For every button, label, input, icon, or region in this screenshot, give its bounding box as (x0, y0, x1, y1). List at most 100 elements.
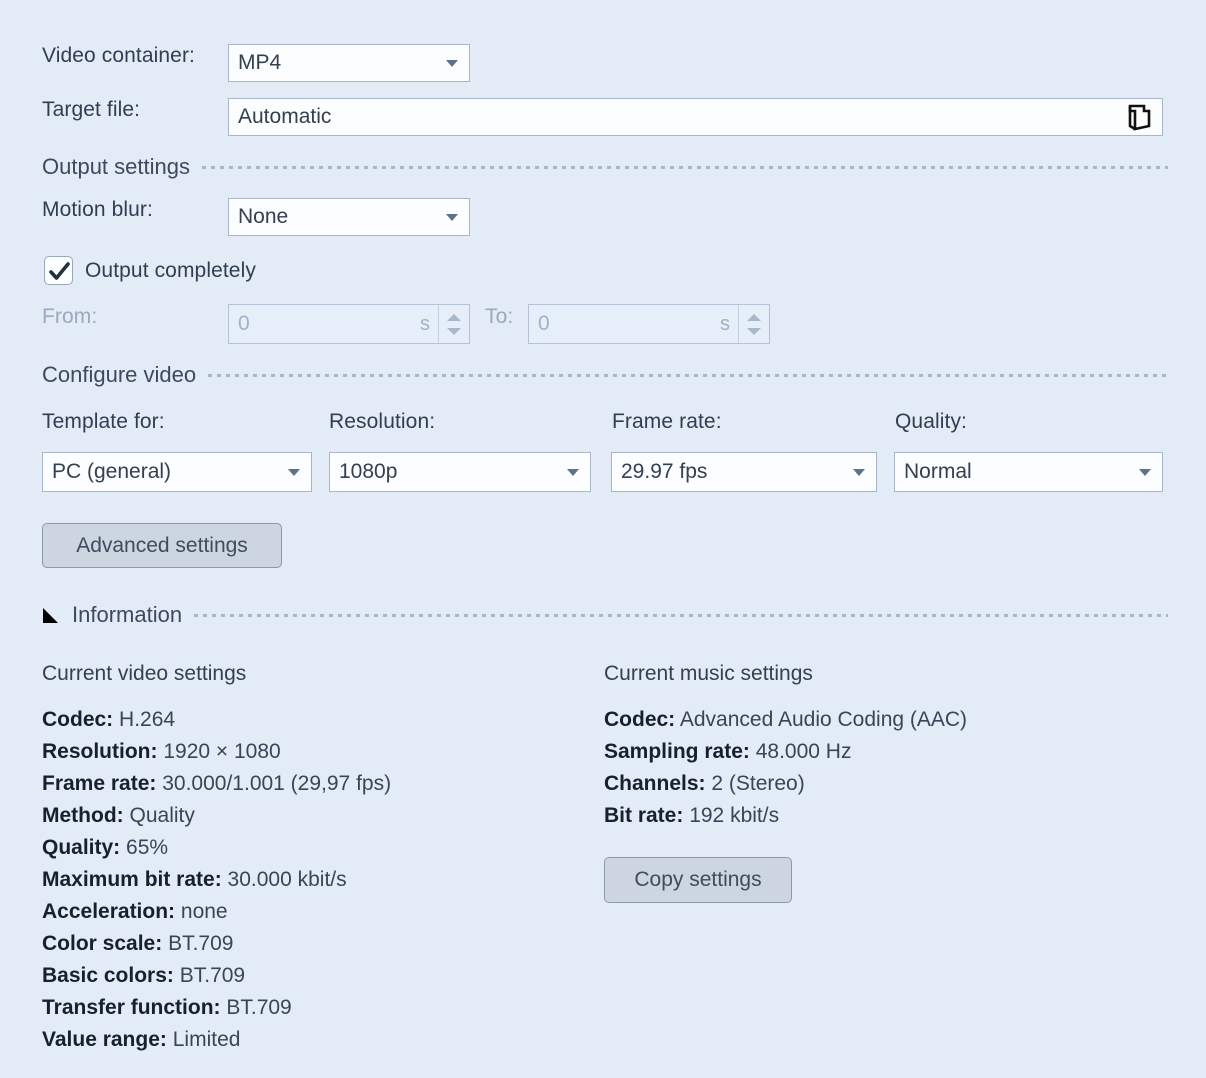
target-file-input[interactable]: Automatic (228, 98, 1163, 136)
chevron-down-icon (1139, 469, 1151, 476)
check-icon (48, 260, 71, 283)
info-key: Acceleration: (42, 900, 175, 923)
info-value: Quality (130, 804, 195, 827)
from-row: From: (42, 305, 97, 329)
section-divider (194, 614, 1168, 617)
info-row-video-frame-rate: Frame rate: 30.000/1.001 (29,97 fps) (42, 768, 582, 800)
from-label: From: (42, 305, 97, 329)
resolution-value: 1080p (339, 460, 397, 484)
frame-rate-label-row: Frame rate: (612, 410, 722, 434)
video-container-label: Video container: (42, 44, 195, 68)
info-value: Limited (173, 1028, 241, 1051)
quality-value: Normal (904, 460, 972, 484)
quality-combobox[interactable]: Normal (894, 452, 1163, 492)
info-value: 30.000 kbit/s (228, 868, 347, 891)
to-row: To: (485, 305, 513, 329)
info-row-video-acceleration: Acceleration: none (42, 896, 582, 928)
configure-video-section-header: Configure video (42, 362, 1168, 388)
advanced-settings-button-label: Advanced settings (76, 534, 248, 558)
stepper-up-icon[interactable] (447, 314, 461, 321)
folder-icon[interactable] (1126, 102, 1154, 132)
info-value: none (181, 900, 228, 923)
info-key: Codec: (604, 708, 675, 731)
info-key: Method: (42, 804, 124, 827)
information-section-header[interactable]: Information (43, 602, 1168, 628)
info-key: Sampling rate: (604, 740, 750, 763)
info-key: Bit rate: (604, 804, 683, 827)
frame-rate-label: Frame rate: (612, 410, 722, 434)
info-value: 48.000 Hz (756, 740, 852, 763)
info-key: Frame rate: (42, 772, 156, 795)
configure-video-title: Configure video (42, 362, 196, 388)
to-unit: s (720, 313, 738, 336)
info-key: Resolution: (42, 740, 158, 763)
info-value: BT.709 (180, 964, 245, 987)
resolution-combobox[interactable]: 1080p (329, 452, 591, 492)
chevron-down-icon (446, 60, 458, 67)
info-row-video-color-scale: Color scale: BT.709 (42, 928, 582, 960)
info-row-video-basic-colors: Basic colors: BT.709 (42, 960, 582, 992)
info-key: Codec: (42, 708, 113, 731)
info-key: Color scale: (42, 932, 162, 955)
chevron-down-icon (446, 214, 458, 221)
info-value: 30.000/1.001 (29,97 fps) (162, 772, 391, 795)
info-key: Value range: (42, 1028, 167, 1051)
frame-rate-combobox[interactable]: 29.97 fps (611, 452, 877, 492)
info-key: Transfer function: (42, 996, 221, 1019)
info-row-video-transfer-function: Transfer function: BT.709 (42, 992, 582, 1024)
info-value: 2 (Stereo) (711, 772, 804, 795)
target-file-label: Target file: (42, 98, 140, 122)
advanced-settings-button[interactable]: Advanced settings (42, 523, 282, 568)
section-divider (202, 166, 1168, 169)
current-video-settings-column: Current video settings Codec: H.264 Reso… (42, 662, 582, 1056)
template-for-label-row: Template for: (42, 410, 165, 434)
to-spinbox[interactable]: 0 s (528, 304, 770, 344)
video-container-row: Video container: (42, 44, 195, 68)
info-row-video-max-bit-rate: Maximum bit rate: 30.000 kbit/s (42, 864, 582, 896)
info-row-video-codec: Codec: H.264 (42, 704, 582, 736)
target-file-value: Automatic (238, 105, 331, 129)
current-video-settings-heading: Current video settings (42, 662, 582, 686)
current-music-settings-column: Current music settings Codec: Advanced A… (604, 662, 1164, 832)
copy-settings-button-label: Copy settings (634, 868, 761, 892)
chevron-down-icon (853, 469, 865, 476)
template-for-label: Template for: (42, 410, 165, 434)
to-stepper[interactable] (738, 305, 769, 343)
info-key: Maximum bit rate: (42, 868, 222, 891)
info-row-music-sampling-rate: Sampling rate: 48.000 Hz (604, 736, 1164, 768)
video-container-combobox[interactable]: MP4 (228, 44, 470, 82)
section-divider (208, 374, 1168, 377)
from-stepper[interactable] (438, 305, 469, 343)
output-completely-checkbox-row[interactable]: Output completely (44, 256, 256, 285)
info-value: BT.709 (168, 932, 233, 955)
info-row-video-value-range: Value range: Limited (42, 1024, 582, 1056)
resolution-label-row: Resolution: (329, 410, 435, 434)
info-key: Quality: (42, 836, 120, 859)
info-row-video-quality: Quality: 65% (42, 832, 582, 864)
stepper-down-icon[interactable] (447, 328, 461, 335)
triangle-collapse-icon[interactable] (43, 608, 58, 623)
info-row-music-bit-rate: Bit rate: 192 kbit/s (604, 800, 1164, 832)
info-value: 65% (126, 836, 168, 859)
stepper-up-icon[interactable] (747, 314, 761, 321)
info-row-music-codec: Codec: Advanced Audio Coding (AAC) (604, 704, 1164, 736)
template-for-combobox[interactable]: PC (general) (42, 452, 312, 492)
info-value: BT.709 (226, 996, 291, 1019)
motion-blur-combobox[interactable]: None (228, 198, 470, 236)
output-completely-checkbox[interactable] (44, 256, 73, 285)
target-file-row: Target file: (42, 98, 140, 122)
from-spinbox[interactable]: 0 s (228, 304, 470, 344)
copy-settings-button[interactable]: Copy settings (604, 857, 792, 903)
export-settings-panel: Video container: MP4 Target file: Automa… (0, 0, 1206, 1078)
info-row-video-method: Method: Quality (42, 800, 582, 832)
output-settings-section-header: Output settings (42, 154, 1168, 180)
frame-rate-value: 29.97 fps (621, 460, 707, 484)
quality-label: Quality: (895, 410, 967, 434)
to-label: To: (485, 305, 513, 329)
chevron-down-icon (288, 469, 300, 476)
output-settings-title: Output settings (42, 154, 190, 180)
from-value: 0 (229, 312, 420, 336)
info-row-music-channels: Channels: 2 (Stereo) (604, 768, 1164, 800)
stepper-down-icon[interactable] (747, 328, 761, 335)
output-completely-label: Output completely (85, 259, 256, 283)
